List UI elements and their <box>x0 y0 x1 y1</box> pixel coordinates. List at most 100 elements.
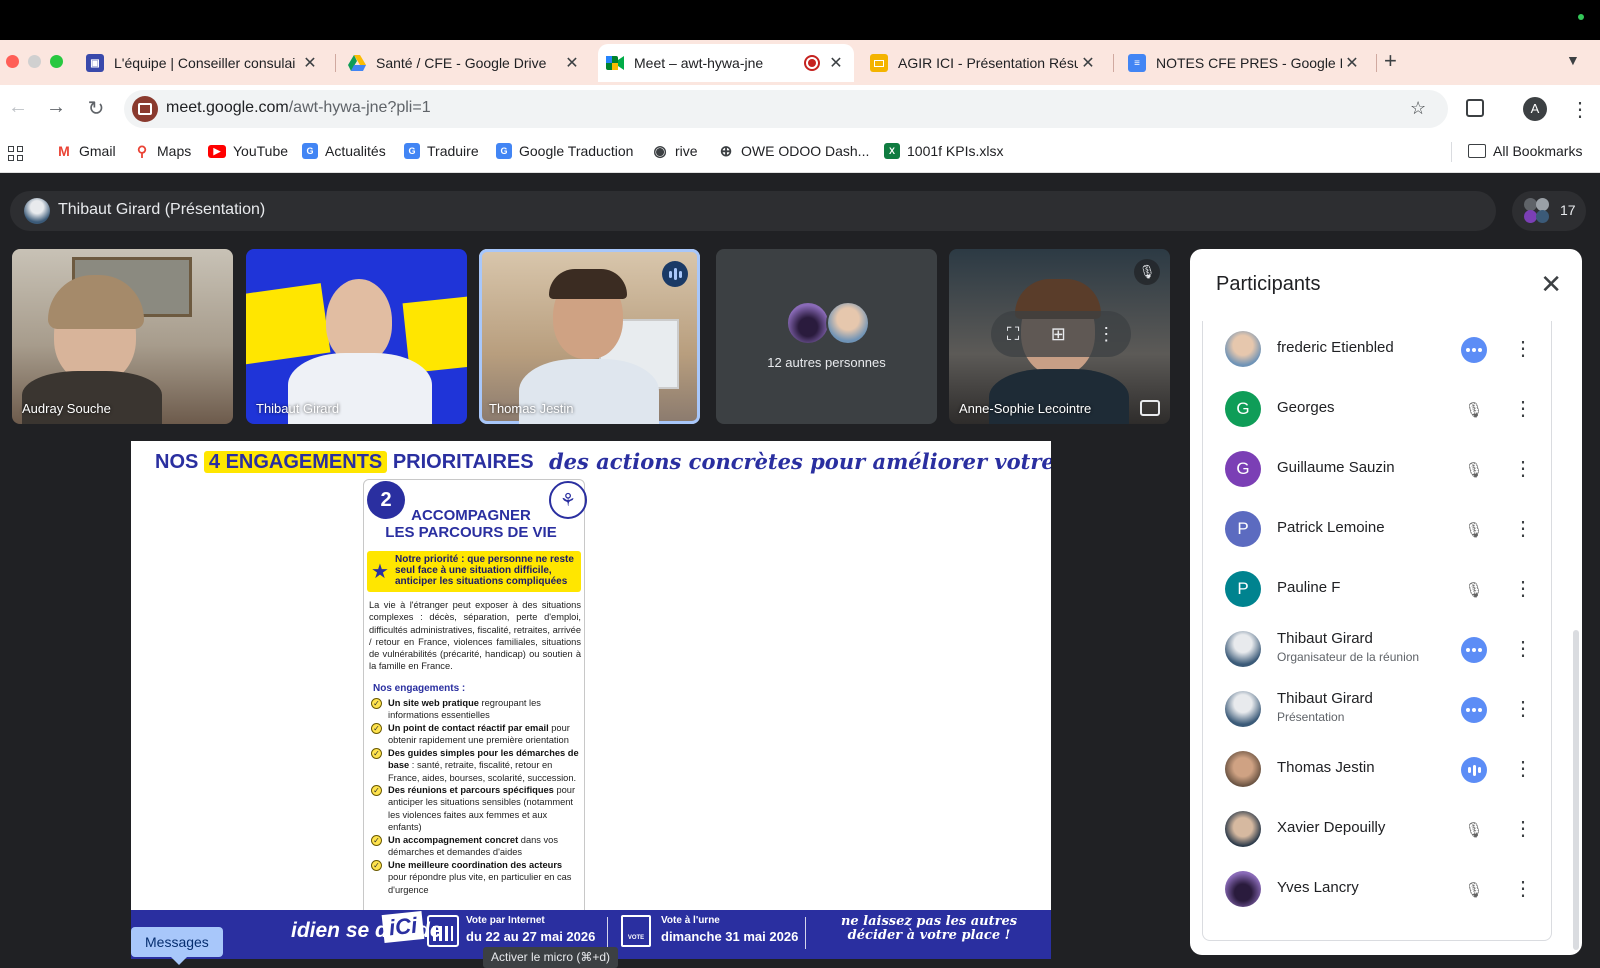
ballot-box-icon: VOTE <box>621 915 651 947</box>
bookmark-owe-odoo[interactable]: ⊕ OWE ODOO Dash... <box>718 143 870 160</box>
participant-body <box>22 371 162 424</box>
participant-row[interactable]: Thibaut Girard Organisateur de la réunio… <box>1203 619 1553 679</box>
bookmark-kpis[interactable]: X 1001f KPIs.xlsx <box>884 143 1004 159</box>
participant-row[interactable]: P Pauline F ⋮ <box>1203 559 1553 619</box>
engagement-item: ✓ Un site web pratique regroupant les inf… <box>371 697 581 722</box>
panel-scrollbar[interactable] <box>1573 630 1579 950</box>
google-drive-icon <box>348 54 366 72</box>
messages-tooltip[interactable]: Messages <box>131 927 223 965</box>
bookmark-actualites[interactable]: G Actualités <box>302 143 386 159</box>
more-options-icon[interactable]: ⋮ <box>1097 324 1115 345</box>
bookmark-gmail[interactable]: M Gmail <box>56 143 115 159</box>
tab-slides[interactable]: AGIR ICI - Présentation Résult ✕ <box>862 44 1106 82</box>
close-tab-icon[interactable]: ✕ <box>562 53 582 73</box>
avatar <box>1225 691 1261 727</box>
url-domain: meet.google.com <box>166 99 289 116</box>
star-icon: ★ <box>371 561 389 583</box>
participant-row[interactable]: frederic Etienbled ⋮ <box>1203 319 1553 379</box>
close-tab-icon[interactable]: ✕ <box>1342 53 1362 73</box>
participant-row[interactable]: P Patrick Lemoine ⋮ <box>1203 499 1553 559</box>
participant-row[interactable]: G Georges ⋮ <box>1203 379 1553 439</box>
participant-row[interactable]: Yves Lancry ⋮ <box>1203 859 1553 919</box>
video-tile-thomas[interactable]: Thomas Jestin <box>479 249 700 424</box>
kebab-menu-icon[interactable]: ⋮ <box>1513 457 1533 481</box>
close-window-button[interactable] <box>6 55 19 68</box>
video-tile-thibaut[interactable]: Thibaut Girard <box>246 249 467 424</box>
maps-pin-icon: ⚲ <box>136 142 148 159</box>
profile-avatar[interactable]: A <box>1523 97 1547 121</box>
close-tab-icon[interactable]: ✕ <box>1078 53 1098 73</box>
banner-shape <box>246 283 331 365</box>
site-camera-icon[interactable] <box>132 96 158 122</box>
google-slides-icon <box>870 54 888 72</box>
picture-in-picture-icon[interactable] <box>1140 400 1160 416</box>
chrome-icon: ◉ <box>653 143 667 160</box>
forward-arrow-icon[interactable]: → <box>42 96 70 119</box>
tab-meet[interactable]: Meet – awt-hywa-jne ✕ <box>598 44 854 82</box>
participant-role: Organisateur de la réunion <box>1277 650 1420 664</box>
translate-icon: G <box>404 143 420 159</box>
check-icon: ✓ <box>371 785 382 796</box>
bookmark-youtube[interactable]: ▶ YouTube <box>208 143 288 159</box>
participant-row[interactable]: Thibaut Girard Présentation ⋮ <box>1203 679 1553 739</box>
frame-person-icon[interactable]: ⛶ <box>1007 324 1020 345</box>
bookmark-maps[interactable]: ⚲ Maps <box>134 142 191 160</box>
ici-logo: iCi <box>381 910 425 944</box>
avatar <box>826 301 870 345</box>
pin-tile-icon[interactable]: ⊞ <box>1051 324 1066 345</box>
tab-drive[interactable]: Santé / CFE - Google Drive ✕ <box>340 44 590 82</box>
bookmark-rive[interactable]: ◉ rive <box>652 143 697 160</box>
kebab-menu-icon[interactable]: ⋮ <box>1513 817 1533 841</box>
mic-tooltip: Activer le micro (⌘+d) <box>483 947 619 968</box>
close-tab-icon[interactable]: ✕ <box>826 53 846 73</box>
participant-row[interactable]: Thomas Jestin ⋮ <box>1203 739 1553 799</box>
bookmark-traduire[interactable]: G Traduire <box>404 143 479 159</box>
kebab-menu-icon[interactable]: ⋮ <box>1513 517 1533 541</box>
participant-row[interactable]: Xavier Depouilly ⋮ <box>1203 799 1553 859</box>
status-dot <box>1578 14 1584 20</box>
participant-row[interactable]: G Guillaume Sauzin ⋮ <box>1203 439 1553 499</box>
all-bookmarks-button[interactable]: All Bookmarks <box>1468 143 1582 159</box>
more-actions-icon[interactable] <box>1461 337 1487 363</box>
kebab-menu-icon[interactable]: ⋮ <box>1513 577 1533 601</box>
kebab-menu-icon[interactable]: ⋮ <box>1513 877 1533 901</box>
kebab-menu-icon[interactable]: ⋮ <box>1513 757 1533 781</box>
more-actions-icon[interactable] <box>1461 637 1487 663</box>
vote-internet-label: Vote par Internet <box>466 915 545 926</box>
tab-separator <box>1376 54 1377 72</box>
extensions-icon[interactable] <box>1466 99 1484 117</box>
new-tab-icon[interactable]: + <box>1384 48 1397 74</box>
tab-equipe[interactable]: ▣ L'équipe | Conseiller consulai ✕ <box>78 44 328 82</box>
minimize-window-button[interactable] <box>28 55 41 68</box>
kebab-menu-icon[interactable]: ⋮ <box>1513 637 1533 661</box>
news-icon: G <box>302 143 318 159</box>
kebab-menu-icon[interactable]: ⋮ <box>1513 697 1533 721</box>
close-tab-icon[interactable]: ✕ <box>300 53 320 73</box>
more-actions-icon[interactable] <box>1461 697 1487 723</box>
bookmark-star-icon[interactable]: ☆ <box>1410 98 1426 119</box>
presentation-bar[interactable]: Thibaut Girard (Présentation) <box>10 191 1496 231</box>
reload-icon[interactable]: ↻ <box>82 96 110 121</box>
close-panel-icon[interactable]: ✕ <box>1540 269 1562 300</box>
apps-grid-icon[interactable] <box>8 146 23 161</box>
url-text[interactable]: meet.google.com/awt-hywa-jne?pli=1 <box>166 99 431 117</box>
kebab-menu-icon[interactable]: ⋮ <box>1513 337 1533 361</box>
video-tile-anne-sophie[interactable]: 🎙 ⛶ ⊞ ⋮ Anne-Sophie Lecointre <box>949 249 1170 424</box>
kebab-menu-icon[interactable]: ⋮ <box>1513 397 1533 421</box>
tab-search-chevron-icon[interactable]: ▼ <box>1566 52 1580 68</box>
card-title: ACCOMPAGNER LES PARCOURS DE VIE <box>385 507 557 541</box>
tab-docs[interactable]: ≡ NOTES CFE PRES - Google D ✕ <box>1120 44 1370 82</box>
footer-slogan-right: ne laissez pas les autres décider à votr… <box>840 914 1018 943</box>
video-tile-others[interactable]: 12 autres personnes <box>716 249 937 424</box>
video-tile-audray[interactable]: Audray Souche <box>12 249 233 424</box>
engagement-item: ✓ Des guides simples pour les démarches d… <box>371 747 581 784</box>
zoom-window-button[interactable] <box>50 55 63 68</box>
back-arrow-icon[interactable]: ← <box>4 96 32 119</box>
shared-presentation: NOS 4 ENGAGEMENTS PRIORITAIRES des actio… <box>131 441 1051 959</box>
participants-count-button[interactable]: 17 <box>1512 191 1586 231</box>
speaking-indicator-icon <box>1461 757 1487 783</box>
bookmark-google-traduction[interactable]: G Google Traduction <box>496 143 633 159</box>
browser-menu-icon[interactable]: ⋮ <box>1570 97 1590 122</box>
tab-separator <box>335 54 336 72</box>
presenter-label: Thibaut Girard (Présentation) <box>58 201 266 218</box>
